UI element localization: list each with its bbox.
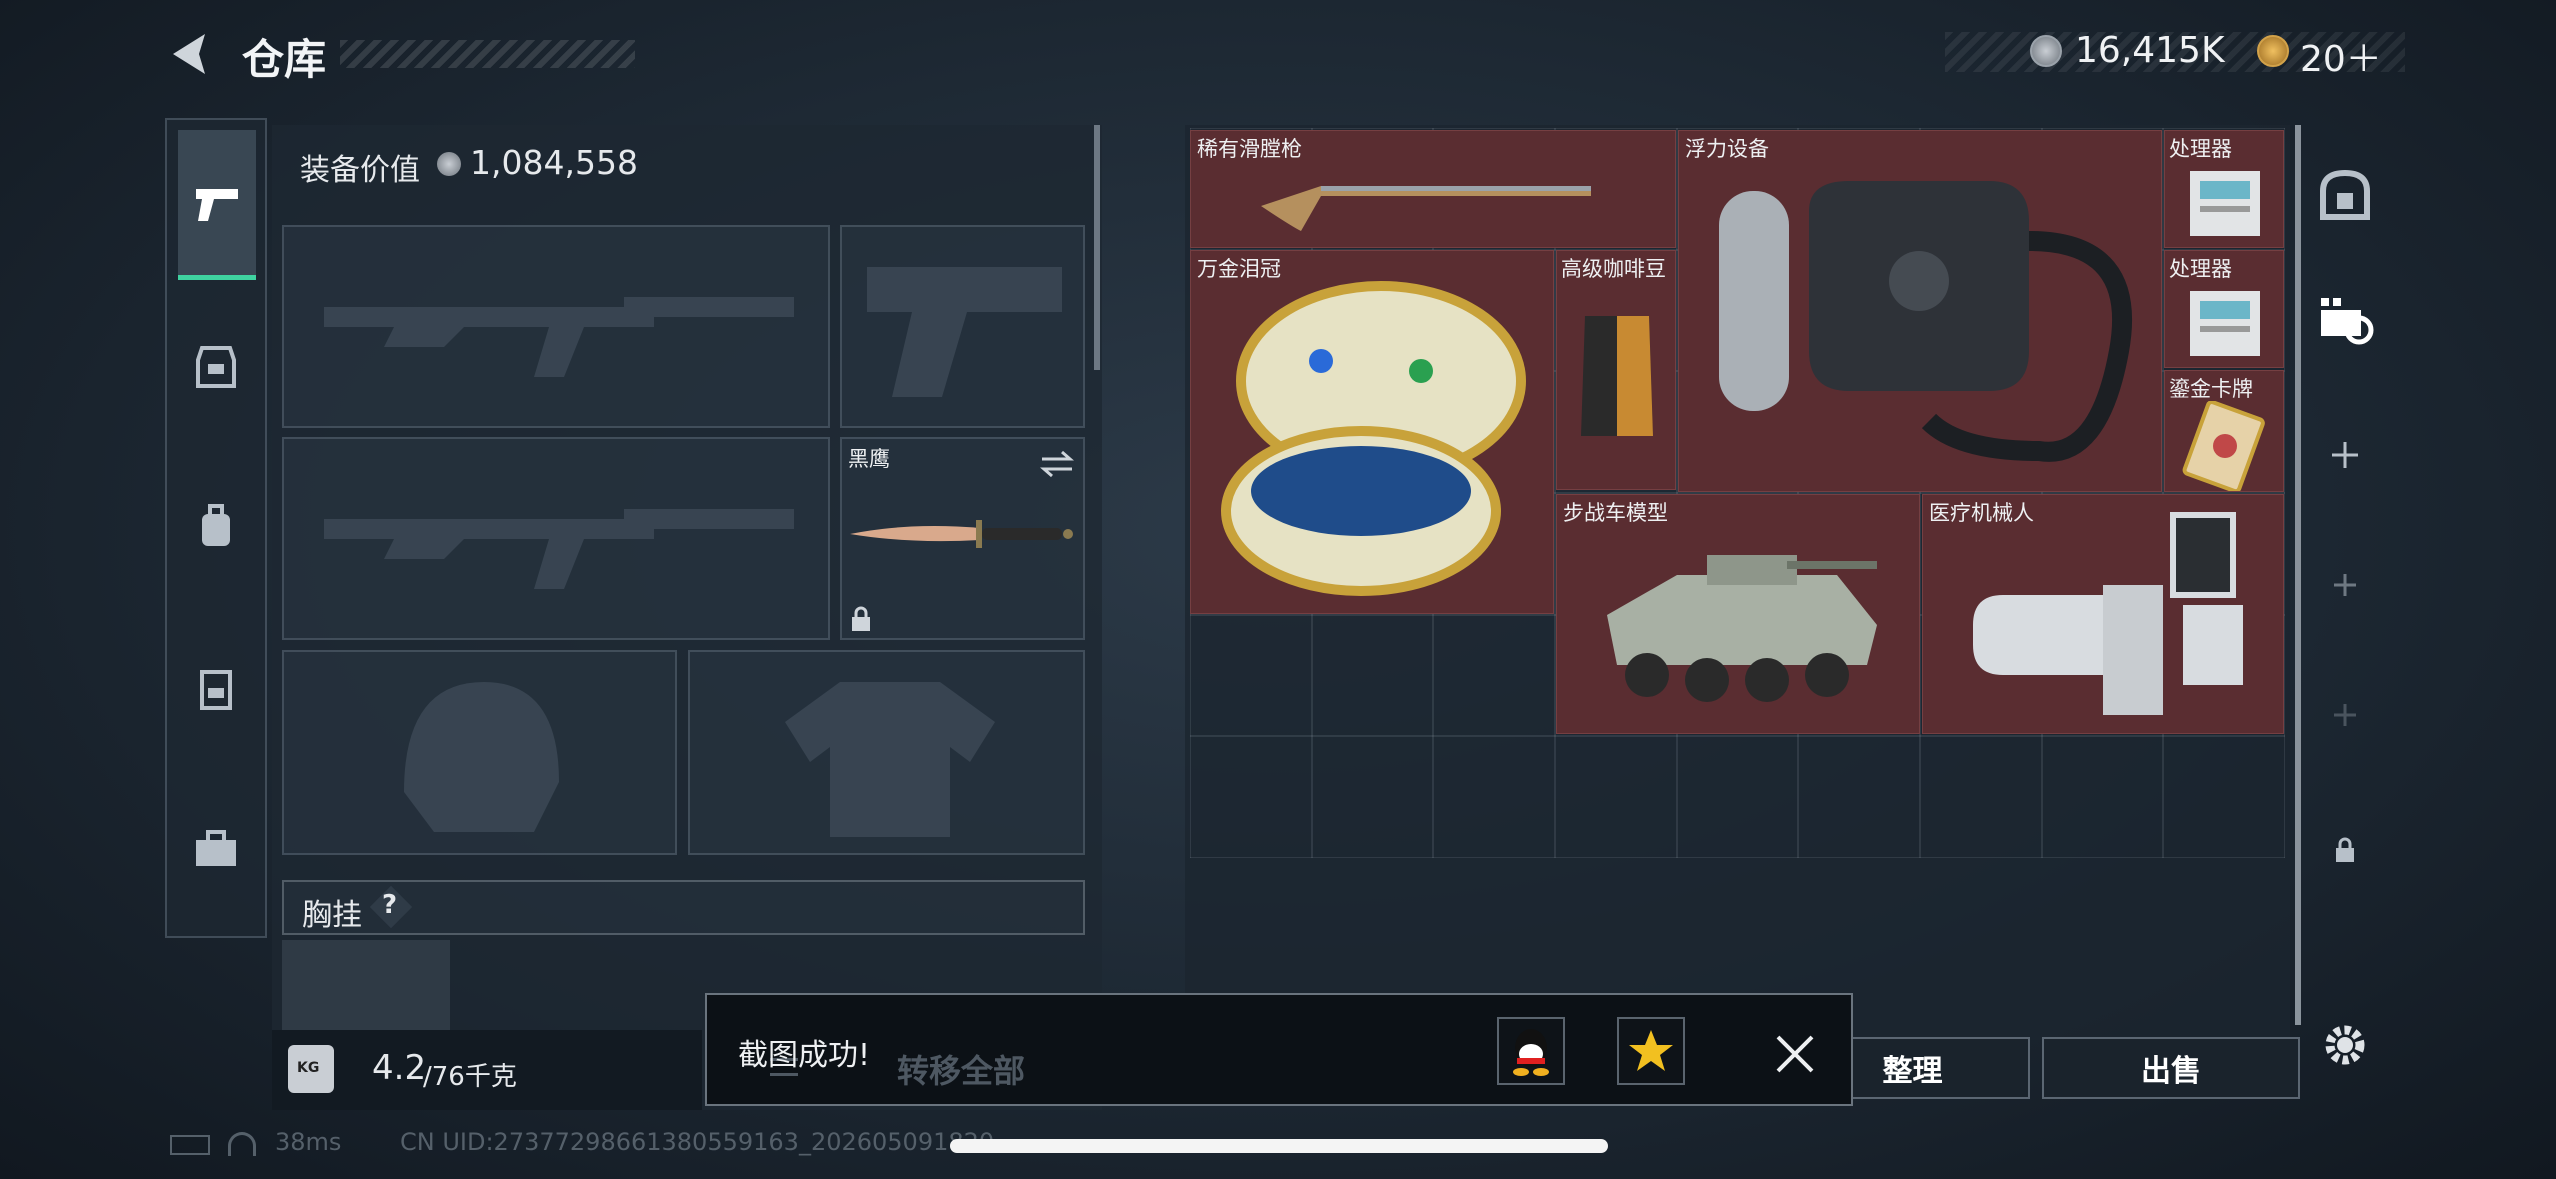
uid-text: CN UID:27377298661380559163_202605091820 (400, 1128, 995, 1156)
item-label: 高级咖啡豆 (1561, 257, 1666, 281)
item-label: 处理器 (2169, 257, 2232, 281)
lock-icon (852, 606, 870, 631)
stash-item-medical-robot[interactable]: 医疗机械人 (1922, 494, 2284, 734)
storage-tab-icon (2321, 298, 2374, 345)
add-storage-button-1[interactable] (2310, 420, 2380, 490)
safe-box-button[interactable] (2310, 160, 2380, 230)
safe-box-icon (2320, 169, 2370, 220)
locked-storage (2310, 815, 2380, 885)
equip-value-label: 装备价值 (300, 153, 420, 188)
title-decoration (340, 40, 635, 68)
wifi-icon (228, 1132, 256, 1156)
stash-item-musket[interactable]: 稀有滑膛枪 (1190, 130, 1676, 248)
stash-item-processor-1[interactable]: 处理器 (2164, 130, 2284, 248)
stash-item-buoyancy-device[interactable]: 浮力设备 (1678, 130, 2162, 492)
scrollbar[interactable] (1094, 125, 1100, 370)
add-storage-button-3[interactable] (2310, 680, 2380, 750)
sidebar-item-toolbox[interactable] (190, 822, 242, 874)
musket-icon (1261, 186, 1591, 231)
chest-rig-header[interactable]: 胸挂 ? (282, 880, 1085, 935)
armor-silhouette-icon (785, 682, 995, 837)
processor-icon (2190, 291, 2260, 356)
plus-icon (2334, 704, 2356, 726)
sidebar-item-backpack[interactable] (190, 500, 242, 552)
secondary-weapon-slot[interactable] (282, 437, 830, 640)
token-value: 20＋ (2300, 39, 2382, 80)
pistol-slot[interactable] (840, 225, 1085, 428)
plus-icon (2334, 574, 2356, 596)
equip-value: 1,084,558 (470, 143, 638, 182)
page-title: 仓库 (242, 35, 327, 84)
sidebar-item-chest-rig[interactable] (190, 662, 242, 714)
battery-icon (170, 1135, 210, 1155)
backpack-icon (202, 504, 230, 546)
right-scrollbar[interactable] (2295, 125, 2301, 1025)
jeweled-egg-icon (1221, 281, 1526, 596)
coffee-bag-icon (1581, 316, 1653, 436)
item-label: 处理器 (2169, 137, 2232, 161)
toast-message: 截图成功! (738, 1038, 871, 1073)
chest-rig-icon (200, 670, 232, 710)
add-storage-button-2[interactable] (2310, 550, 2380, 620)
toast-close-button[interactable] (1765, 1024, 1825, 1084)
stash-item-gilded-card[interactable]: 鎏金卡牌 (2164, 370, 2284, 492)
medical-robot-icon (1973, 512, 2243, 715)
body-armor-slot[interactable] (688, 650, 1085, 855)
settings-button[interactable] (2315, 1010, 2375, 1080)
coin-icon (2030, 35, 2062, 67)
home-indicator[interactable] (950, 1139, 1608, 1153)
help-text: ? (382, 890, 398, 920)
item-label: 鎏金卡牌 (2169, 377, 2253, 401)
currency-value: 16,415K (2075, 30, 2225, 71)
toolbox-icon (196, 830, 236, 866)
storage-tab-button[interactable] (2310, 285, 2380, 355)
share-qq-button[interactable] (1497, 1017, 1565, 1085)
item-label: 步战车模型 (1563, 501, 1668, 525)
weight-badge: KG (297, 1060, 320, 1076)
sidebar-item-armor[interactable] (190, 340, 242, 392)
melee-slot[interactable]: 黑鹰 (840, 437, 1085, 640)
back-button[interactable] (165, 28, 213, 80)
melee-label: 黑鹰 (848, 447, 890, 471)
stash-item-ifv-model[interactable]: 步战车模型 (1556, 494, 1920, 734)
processor-icon (2190, 171, 2260, 236)
back-arrow-icon (173, 34, 205, 74)
plus-icon (2332, 442, 2358, 468)
armor-icon (196, 346, 236, 388)
qzone-star-icon (1629, 1030, 1673, 1071)
ifv-icon (1607, 555, 1877, 702)
helmet-slot[interactable] (282, 650, 677, 855)
weight-max: /76千克 (423, 1062, 517, 1092)
chest-rig-slot[interactable] (282, 940, 450, 1030)
chest-rig-label: 胸挂 (302, 898, 362, 933)
weight-value: 4.2 (372, 1048, 427, 1088)
helmet-silhouette-icon (404, 682, 559, 832)
primary-weapon-slot[interactable] (282, 225, 830, 428)
close-icon (1776, 1035, 1814, 1073)
qq-icon (1513, 1029, 1549, 1076)
sell-button[interactable]: 出售 (2042, 1037, 2300, 1099)
pistol-silhouette-icon (867, 267, 1062, 397)
pistol-icon (196, 189, 238, 221)
sidebar-item-weapon[interactable] (178, 130, 256, 280)
stash-item-coffee-beans[interactable]: 高级咖啡豆 (1556, 250, 1676, 490)
token-icon (2257, 35, 2289, 67)
rifle-silhouette-icon (324, 297, 794, 377)
stash-item-teardrop-crown[interactable]: 万金泪冠 (1190, 250, 1554, 614)
knife-icon (850, 520, 1073, 548)
ping-value: 38ms (275, 1128, 342, 1156)
stash-item-processor-2[interactable]: 处理器 (2164, 250, 2284, 368)
lock-icon (2336, 837, 2354, 862)
swap-icon[interactable] (1040, 449, 1074, 479)
gear-icon (2325, 1025, 2365, 1065)
transfer-all-button[interactable]: 转移全部 (897, 1046, 1025, 1092)
coin-icon (437, 152, 461, 176)
rifle-silhouette-icon (324, 509, 794, 589)
share-qzone-button[interactable] (1617, 1017, 1685, 1085)
buoyancy-device-icon (1719, 181, 2133, 462)
gold-card-icon (2182, 401, 2265, 491)
